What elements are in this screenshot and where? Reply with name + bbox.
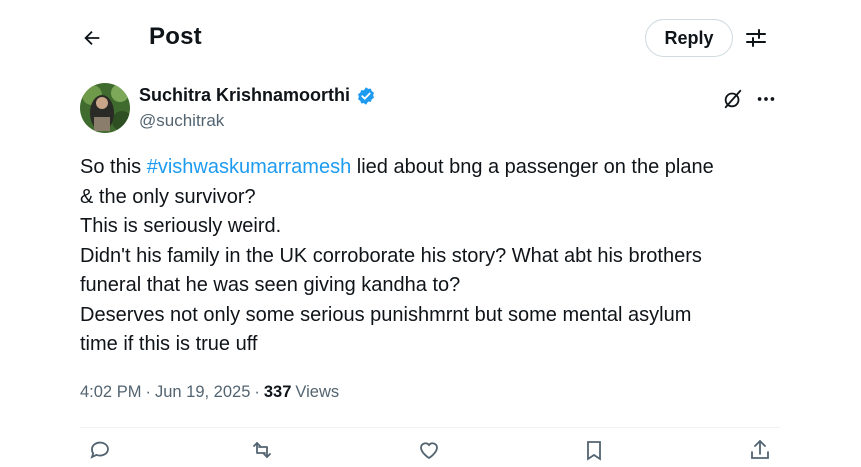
more-options-button[interactable] bbox=[752, 85, 780, 113]
reply-action-button[interactable] bbox=[88, 438, 112, 462]
repost-action-button[interactable] bbox=[250, 438, 274, 462]
post-text: So this #vishwaskumarramesh lied about b… bbox=[80, 153, 780, 360]
views-label: Views bbox=[295, 383, 340, 401]
post-text-segment: lied about bng a passenger on the plane bbox=[351, 156, 714, 178]
separator: · bbox=[254, 383, 260, 401]
separator: · bbox=[145, 383, 151, 401]
page-title: Post bbox=[149, 23, 202, 50]
reply-button[interactable]: Reply bbox=[645, 19, 733, 57]
post-line: This is seriously weird. bbox=[80, 215, 282, 237]
post-time[interactable]: 4:02 PM bbox=[80, 383, 141, 402]
post-line: Didn't his family in the UK corroborate … bbox=[80, 244, 702, 267]
author-handle[interactable]: @suchitrak bbox=[139, 111, 224, 131]
author-name-row: Suchitra Krishnamoorthi bbox=[139, 85, 376, 106]
post-line: So this #vishwaskumarramesh lied about b… bbox=[80, 153, 780, 183]
like-action-button[interactable] bbox=[417, 438, 441, 462]
post-line: time if this is true uff bbox=[80, 333, 258, 355]
top-bar: Post Reply bbox=[0, 0, 861, 78]
repost-icon bbox=[253, 442, 271, 458]
post-line: funeral that he was seen giving kandha t… bbox=[80, 274, 461, 296]
bookmark-icon bbox=[587, 441, 601, 461]
grok-button[interactable] bbox=[719, 85, 747, 113]
post-line: Deserves not only some serious punishmrn… bbox=[80, 303, 692, 326]
bookmark-action-button[interactable] bbox=[582, 438, 606, 462]
post-text-segment: So this bbox=[80, 156, 147, 178]
share-icon bbox=[751, 439, 769, 459]
author-name[interactable]: Suchitra Krishnamoorthi bbox=[139, 85, 350, 106]
divider bbox=[80, 427, 780, 428]
action-bar bbox=[80, 438, 780, 462]
share-action-button[interactable] bbox=[748, 438, 772, 462]
grok-icon bbox=[724, 89, 742, 109]
settings-button[interactable] bbox=[740, 22, 772, 54]
post-line: & the only survivor? bbox=[80, 185, 256, 208]
more-horizontal-icon bbox=[757, 97, 775, 101]
post-date[interactable]: Jun 19, 2025 bbox=[155, 383, 250, 402]
heart-icon bbox=[420, 442, 438, 460]
post-metadata: 4:02 PM · Jun 19, 2025 · 337 Views bbox=[80, 383, 339, 402]
back-button[interactable] bbox=[74, 20, 110, 56]
avatar[interactable] bbox=[80, 83, 130, 133]
hashtag-link[interactable]: #vishwaskumarramesh bbox=[147, 156, 352, 178]
arrow-left-icon bbox=[84, 30, 100, 46]
verified-badge-icon bbox=[358, 86, 374, 105]
sliders-icon bbox=[746, 29, 766, 47]
views-count: 337 bbox=[263, 383, 292, 401]
comment-icon bbox=[90, 441, 109, 459]
